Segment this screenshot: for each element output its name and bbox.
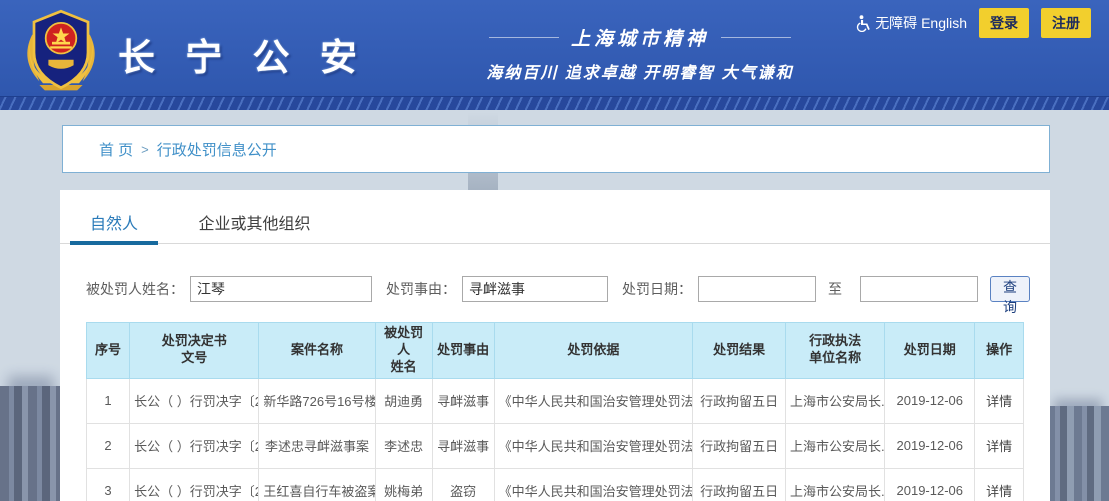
accessibility-label: 无障碍 English [875,13,967,33]
detail-link[interactable]: 详情 [986,484,1012,499]
table-row: 1长公（ ）行罚决字〔2019...新华路726号16号楼...胡迪勇寻衅滋事《… [87,378,1024,423]
column-header: 案件名称 [259,323,375,379]
slogan-title: 上海城市精神 [455,24,825,51]
table-cell: 《中华人民共和国治安管理处罚法... [494,378,693,423]
police-badge-logo [16,3,106,95]
breadcrumb-separator: > [141,142,149,157]
wheelchair-accessibility-icon [855,15,870,32]
table-cell: 上海市公安局长... [785,378,884,423]
table-cell: 《中华人民共和国治安管理处罚法... [494,468,693,501]
city-skyline-left [0,386,62,501]
column-header: 处罚依据 [494,323,693,379]
table-cell: 李述忠寻衅滋事案 [259,423,375,468]
search-form: 被处罚人姓名： 处罚事由： 处罚日期： 至 查询 [86,276,1024,302]
table-cell-action: 详情 [975,423,1024,468]
table-cell: 2019-12-06 [885,468,975,501]
tab-enterprise-or-other[interactable]: 企业或其他组织 [194,210,314,234]
punished-name-label: 被处罚人姓名： [86,279,184,299]
table-cell: 盗窃 [432,468,494,501]
penalty-date-to-input[interactable] [860,276,978,302]
column-header: 被处罚人 姓名 [375,323,432,379]
tab-divider-line [60,243,1050,244]
site-header: 长 宁 公 安 上海城市精神 海纳百川 追求卓越 开明睿智 大气谦和 无障碍 E… [0,0,1109,96]
content-panel: 自然人 企业或其他组织 被处罚人姓名： 处罚事由： 处罚日期： 至 查询 序号处… [60,190,1050,501]
detail-link[interactable]: 详情 [986,439,1012,454]
table-cell-action: 详情 [975,468,1024,501]
table-cell: 寻衅滋事 [432,423,494,468]
breadcrumb: 首 页 > 行政处罚信息公开 [99,139,277,160]
query-button[interactable]: 查询 [990,276,1030,302]
tab-bar: 自然人 企业或其他组织 [86,190,1024,244]
penalty-reason-label: 处罚事由： [386,279,456,299]
column-header: 行政执法 单位名称 [785,323,884,379]
table-cell: 2 [87,423,130,468]
table-cell: 长公（ ）行罚决字〔2019... [130,423,259,468]
column-header: 处罚决定书 文号 [130,323,259,379]
table-row: 3长公（ ）行罚决字〔2019...王红喜自行车被盗案姚梅弟盗窃《中华人民共和国… [87,468,1024,501]
table-cell: 长公（ ）行罚决字〔2019... [130,378,259,423]
table-cell: 行政拘留五日 [693,468,786,501]
accessibility-link[interactable]: 无障碍 English [855,13,967,33]
column-header: 处罚事由 [432,323,494,379]
column-header: 操作 [975,323,1024,379]
table-header-row: 序号处罚决定书 文号案件名称被处罚人 姓名处罚事由处罚依据处罚结果行政执法 单位… [87,323,1024,379]
table-cell: 新华路726号16号楼... [259,378,375,423]
penalty-reason-input[interactable] [462,276,608,302]
table-cell: 《中华人民共和国治安管理处罚法... [494,423,693,468]
table-cell: 1 [87,378,130,423]
header-chevron-strip [0,96,1109,110]
penalty-records-table: 序号处罚决定书 文号案件名称被处罚人 姓名处罚事由处罚依据处罚结果行政执法 单位… [86,322,1024,501]
table-cell: 长公（ ）行罚决字〔2019... [130,468,259,501]
table-cell: 李述忠 [375,423,432,468]
column-header: 处罚日期 [885,323,975,379]
active-tab-underline [70,241,158,245]
table-row: 2长公（ ）行罚决字〔2019...李述忠寻衅滋事案李述忠寻衅滋事《中华人民共和… [87,423,1024,468]
table-cell: 行政拘留五日 [693,378,786,423]
tab-natural-person[interactable]: 自然人 [86,210,142,234]
penalty-date-label: 处罚日期： [622,279,692,299]
detail-link[interactable]: 详情 [986,394,1012,409]
table-cell: 2019-12-06 [885,423,975,468]
login-button[interactable]: 登录 [979,8,1029,38]
city-skyline-right [1047,406,1109,501]
date-range-to-label: 至 [828,279,842,299]
table-body: 1长公（ ）行罚决字〔2019...新华路726号16号楼...胡迪勇寻衅滋事《… [87,378,1024,501]
register-button[interactable]: 注册 [1041,8,1091,38]
table-cell: 姚梅弟 [375,468,432,501]
column-header: 序号 [87,323,130,379]
table-cell: 3 [87,468,130,501]
breadcrumb-current-page: 行政处罚信息公开 [157,139,277,160]
table-cell: 寻衅滋事 [432,378,494,423]
breadcrumb-bar: 首 页 > 行政处罚信息公开 [62,125,1050,173]
site-title: 长 宁 公 安 [118,27,367,81]
table-cell: 上海市公安局长... [785,423,884,468]
penalty-date-from-input[interactable] [698,276,816,302]
table-cell: 胡迪勇 [375,378,432,423]
table-cell: 王红喜自行车被盗案 [259,468,375,501]
column-header: 处罚结果 [693,323,786,379]
punished-name-input[interactable] [190,276,372,302]
table-cell: 2019-12-06 [885,378,975,423]
city-spirit-slogan: 上海城市精神 海纳百川 追求卓越 开明睿智 大气谦和 [455,24,825,83]
table-cell-action: 详情 [975,378,1024,423]
table-cell: 行政拘留五日 [693,423,786,468]
slogan-subtitle: 海纳百川 追求卓越 开明睿智 大气谦和 [455,59,825,83]
breadcrumb-home-link[interactable]: 首 页 [99,139,133,160]
table-cell: 上海市公安局长... [785,468,884,501]
